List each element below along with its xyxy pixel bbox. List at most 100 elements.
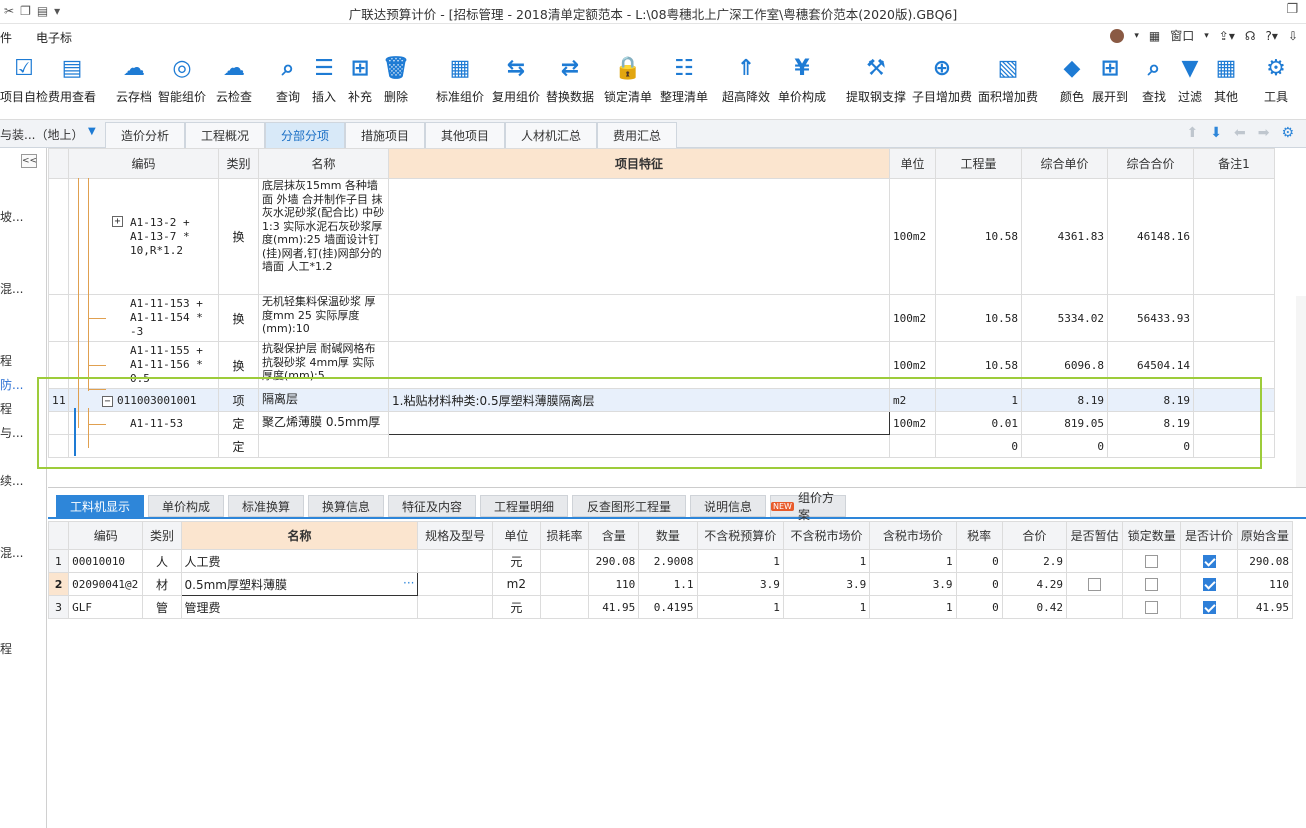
toolbar-button-cloud-upload[interactable]: ☁ 云存档 [116, 52, 152, 112]
toolbar-button-organize[interactable]: ☷ 整理清单 [660, 52, 708, 112]
col-original[interactable]: 原始含量 [1236, 521, 1294, 550]
estimate-checkbox[interactable] [1088, 578, 1102, 591]
toolbar-button-view-fee[interactable]: ▤ 费用查看 [48, 52, 96, 112]
tab-graph-quantity[interactable]: 反查图形工程量 [572, 495, 686, 517]
col-total[interactable]: 综合合价 [1107, 148, 1194, 179]
arrow-down-icon[interactable]: ⇩ [1288, 29, 1298, 43]
tab-sub-items[interactable]: 分部分项 [265, 122, 345, 148]
tree-item[interactable]: 程 [0, 400, 12, 417]
toolbar-button-find[interactable]: ⌕ 查找 [1140, 52, 1168, 112]
arrow-down-icon[interactable]: ⬇ [1210, 125, 1222, 141]
col-code[interactable]: 编码 [68, 521, 144, 550]
tab-resources[interactable]: 工料机显示 [56, 495, 144, 517]
toolbar-button-standard-price[interactable]: ▦ 标准组价 [436, 52, 484, 112]
arrow-left-icon[interactable]: ⬅ [1234, 125, 1246, 141]
col-mkt-tax-price[interactable]: 含税市场价 [869, 521, 957, 550]
settings-icon[interactable]: ⚙ [1281, 125, 1294, 141]
col-priced[interactable]: 是否计价 [1180, 521, 1238, 550]
toolbar-button-area-fee[interactable]: ▧ 面积增加费 [978, 52, 1038, 112]
toolbar-button-expand[interactable]: ⊞ 展开到 [1092, 52, 1128, 112]
upload-icon[interactable]: ⇪▾ [1219, 29, 1235, 43]
item-code[interactable]: A1-11-153 + A1-11-154 * -3 [130, 297, 215, 339]
headset-icon[interactable]: ☊ [1245, 29, 1256, 43]
arrow-right-icon[interactable]: ➡ [1258, 125, 1270, 141]
tab-conversion-info[interactable]: 换算信息 [308, 495, 384, 517]
tab-cost-analysis[interactable]: 造价分析 [105, 122, 185, 148]
tab-overview[interactable]: 工程概况 [185, 122, 265, 148]
toolbar-button-tools[interactable]: ⚙ 工具 [1262, 52, 1290, 112]
tree-item[interactable]: 混... [0, 280, 23, 297]
toolbar-button-cloud-check[interactable]: ☁ 云检查 [216, 52, 252, 112]
col-estimate[interactable]: 是否暂估 [1065, 521, 1124, 550]
col-qty[interactable]: 工程量 [935, 148, 1022, 179]
col-spec[interactable]: 规格及型号 [417, 521, 493, 550]
col-unit[interactable]: 单位 [491, 521, 541, 550]
col-unit[interactable]: 单位 [889, 148, 936, 179]
tab-measures[interactable]: 措施项目 [345, 122, 425, 148]
user-avatar[interactable] [1110, 28, 1125, 43]
col-name[interactable]: 名称 [180, 521, 419, 550]
name-edit-cell[interactable]: 0.5mm厚塑料薄膜 ··· [180, 572, 419, 596]
table-row[interactable]: 2 02090041@2 材 0.5mm厚塑料薄膜 ··· m2 110 1.1 … [47, 572, 1294, 596]
col-tax[interactable]: 税率 [955, 521, 1003, 550]
expand-icon[interactable]: + [112, 215, 123, 227]
vertical-scrollbar[interactable] [1296, 296, 1306, 487]
lock-checkbox[interactable] [1145, 555, 1159, 568]
menu-item-file[interactable]: 件 [0, 29, 12, 46]
tab-fee-summary[interactable]: 费用汇总 [597, 122, 677, 148]
unit-selector[interactable]: 与装...（地上） ▼ [0, 126, 105, 143]
toolbar-button-unit-price[interactable]: ¥ 单价构成 [778, 52, 826, 112]
col-price[interactable]: 综合单价 [1021, 148, 1108, 179]
item-code[interactable]: A1-13-2 + A1-13-7 * 10,R*1.2 [130, 216, 215, 258]
toolbar-button-check[interactable]: ☑ 项目自检 [0, 52, 48, 112]
toolbar-button-smart-price[interactable]: ◎ 智能组价 [158, 52, 206, 112]
col-content[interactable]: 含量 [588, 521, 640, 550]
tree-item[interactable]: 坡... [0, 208, 23, 225]
col-lock[interactable]: 锁定数量 [1122, 521, 1182, 550]
more-icon[interactable]: ··· [403, 576, 414, 590]
col-mkt-price[interactable]: 不含税市场价 [782, 521, 871, 550]
toolbar-button-reuse-price[interactable]: ⇆ 复用组价 [492, 52, 540, 112]
tab-features[interactable]: 特征及内容 [388, 495, 476, 517]
col-feature[interactable]: 项目特征 [388, 148, 890, 179]
toolbar-button-replace-data[interactable]: ⇄ 替换数据 [546, 52, 594, 112]
tree-item[interactable]: 续... [0, 472, 23, 489]
tree-item[interactable]: 程 [0, 352, 12, 369]
help-icon[interactable]: ?▾ [1266, 29, 1278, 43]
toolbar-button-query[interactable]: ⌕ 查询 [274, 52, 302, 112]
tab-unit-price[interactable]: 单价构成 [148, 495, 224, 517]
col-remark[interactable]: 备注1 [1193, 148, 1275, 179]
table-row[interactable]: + A1-13-2 + A1-13-7 * 10,R*1.2 换 底层抹灰15mm… [48, 178, 1275, 295]
restore-icon[interactable]: ❐ [1286, 2, 1298, 17]
priced-checkbox[interactable] [1202, 578, 1216, 591]
priced-checkbox[interactable] [1202, 601, 1216, 614]
tab-quantity-detail[interactable]: 工程量明细 [480, 495, 568, 517]
tab-other-items[interactable]: 其他项目 [425, 122, 505, 148]
tree-item[interactable]: 防... [0, 376, 23, 393]
lock-checkbox[interactable] [1145, 578, 1159, 591]
col-type[interactable]: 类别 [142, 521, 182, 550]
tab-description[interactable]: 说明信息 [690, 495, 766, 517]
col-loss[interactable]: 损耗率 [539, 521, 590, 550]
toolbar-button-lock[interactable]: 🔒 锁定清单 [604, 52, 652, 112]
toolbar-button-height[interactable]: ⇑ 超高降效 [722, 52, 770, 112]
toolbar-button-sub-item-fee[interactable]: ⊕ 子目增加费 [912, 52, 972, 112]
window-menu[interactable]: 窗口 [1170, 27, 1194, 44]
chevron-down-icon[interactable]: ▼ [88, 126, 96, 137]
col-name[interactable]: 名称 [258, 148, 389, 179]
toolbar-button-delete[interactable]: 🗑 删除 [382, 52, 410, 112]
menu-item-ebid[interactable]: 电子标 [36, 29, 72, 46]
toolbar-button-filter[interactable]: ▼ 过滤 [1176, 52, 1204, 112]
toolbar-button-supplement[interactable]: ⊞ 补充 [346, 52, 374, 112]
col-code[interactable]: 编码 [68, 148, 219, 179]
lock-checkbox[interactable] [1145, 601, 1159, 614]
tab-resource-summary[interactable]: 人材机汇总 [505, 122, 597, 148]
col-type[interactable]: 类别 [218, 148, 259, 179]
col-pre-price[interactable]: 不含税预算价 [696, 521, 784, 550]
toolbar-button-color[interactable]: ◆ 颜色 [1058, 52, 1086, 112]
table-row[interactable]: A1-11-153 + A1-11-154 * -3 换 无机轻集料保温砂浆 厚… [48, 294, 1275, 342]
tab-standard-conversion[interactable]: 标准换算 [228, 495, 304, 517]
tab-pricing-scheme[interactable]: NEW 组价方案 [770, 491, 846, 522]
arrow-up-icon[interactable]: ⬆ [1187, 125, 1199, 141]
table-row[interactable]: 3 GLF 管 管理费 元 41.95 0.4195 1 1 1 0 0.42 … [47, 595, 1294, 619]
